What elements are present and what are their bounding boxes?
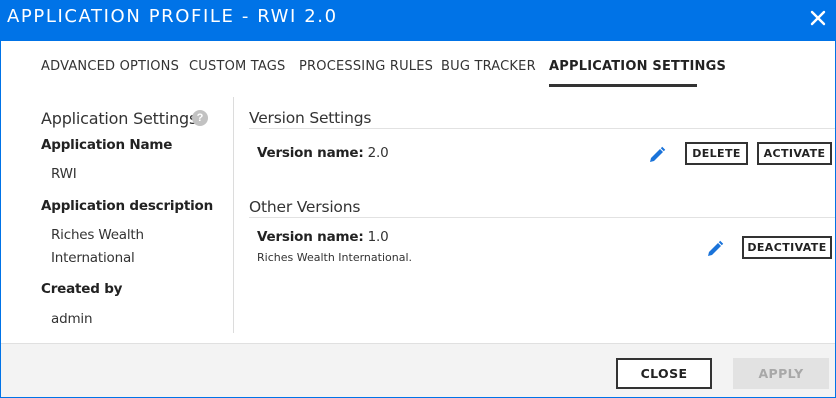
sidebar-title: Application Settings bbox=[41, 109, 198, 128]
tab-bar: ADVANCED OPTIONS CUSTOM TAGS PROCESSING … bbox=[1, 42, 835, 89]
active-tab-indicator bbox=[549, 84, 697, 87]
application-name-value: RWI bbox=[51, 166, 77, 182]
created-by-label: Created by bbox=[41, 281, 123, 297]
apply-button[interactable]: APPLY bbox=[733, 358, 829, 389]
version-name-value: 2.0 bbox=[367, 145, 389, 161]
dialog-footer: CLOSE APPLY bbox=[1, 343, 835, 397]
tab-custom-tags[interactable]: CUSTOM TAGS bbox=[189, 59, 286, 74]
close-button[interactable]: CLOSE bbox=[616, 358, 712, 389]
tab-processing-rules[interactable]: PROCESSING RULES bbox=[299, 59, 433, 74]
other-versions-heading: Other Versions bbox=[249, 198, 361, 216]
tab-advanced-options[interactable]: ADVANCED OPTIONS bbox=[41, 59, 179, 74]
pencil-icon[interactable] bbox=[648, 146, 666, 164]
close-icon[interactable] bbox=[805, 5, 831, 31]
application-description-line-1: Riches Wealth bbox=[51, 227, 144, 243]
other-version-description: Riches Wealth International. bbox=[257, 251, 412, 264]
created-by-value: admin bbox=[51, 311, 93, 327]
version-name-label: Version name: bbox=[257, 145, 364, 161]
application-profile-dialog: APPLICATION PROFILE - RWI 2.0 ADVANCED O… bbox=[0, 0, 836, 398]
application-settings-sidebar: Application Settings ? Application Name … bbox=[1, 97, 234, 333]
title-bar: APPLICATION PROFILE - RWI 2.0 bbox=[1, 1, 835, 41]
current-version-name: Version name: 2.0 bbox=[257, 145, 389, 161]
version-name-value: 1.0 bbox=[367, 229, 389, 245]
tab-bug-tracker[interactable]: BUG TRACKER bbox=[441, 59, 536, 74]
other-version-name: Version name: 1.0 bbox=[257, 229, 389, 245]
application-description-label: Application description bbox=[41, 198, 213, 214]
help-icon[interactable]: ? bbox=[192, 110, 208, 126]
version-settings-heading: Version Settings bbox=[249, 109, 372, 127]
application-description-line-2: International bbox=[51, 250, 135, 266]
application-name-label: Application Name bbox=[41, 137, 173, 153]
delete-button[interactable]: DELETE bbox=[685, 142, 748, 165]
section-divider bbox=[249, 128, 835, 129]
section-divider bbox=[249, 217, 835, 218]
pencil-icon[interactable] bbox=[706, 240, 724, 258]
deactivate-button[interactable]: DEACTIVATE bbox=[742, 236, 832, 259]
version-name-label: Version name: bbox=[257, 229, 364, 245]
activate-button[interactable]: ACTIVATE bbox=[757, 142, 832, 165]
dialog-title: APPLICATION PROFILE - RWI 2.0 bbox=[7, 6, 338, 27]
tab-application-settings[interactable]: APPLICATION SETTINGS bbox=[549, 59, 726, 74]
